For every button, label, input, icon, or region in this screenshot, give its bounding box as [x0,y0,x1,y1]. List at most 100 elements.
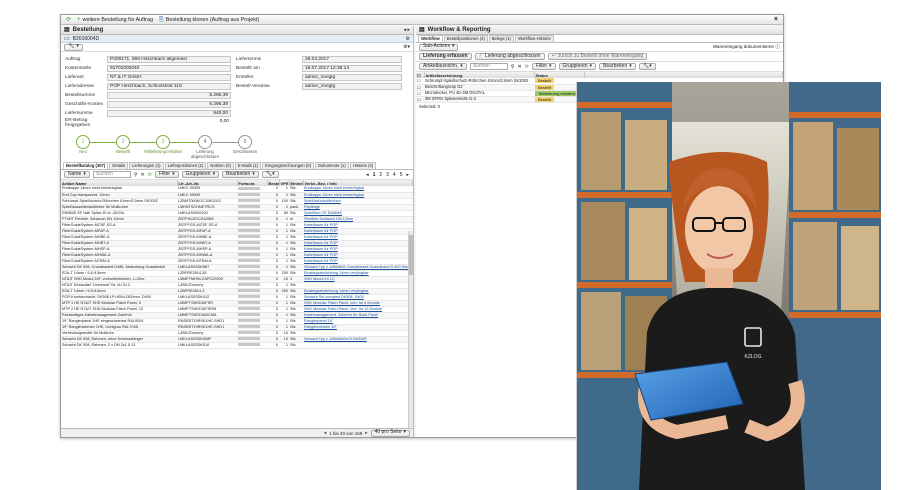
lieferadresse-field[interactable]: POP Hirschbach, Schlossfeld 11S [107,83,231,90]
workflow-tabs: Workflow Bestellpositionen (4) Belege (1) W… [416,35,783,43]
row-checkbox[interactable]: ☐ [416,96,424,103]
reload-icon[interactable]: ⟳ [148,172,152,178]
workflow-tab[interactable]: Workflow [418,35,443,42]
catalog-scrollbar[interactable] [408,231,413,428]
zurueck-button[interactable]: ↩ zurück zu Bestellt ohne Wareneingang [547,53,648,60]
order-pane: ▤ Bestellung ◂ ▸ ▭ B2016004D ⚙ 🔧︎ ▾ ⚙▾ Au… [61,26,414,437]
progress-bar [238,223,260,226]
settings-gear-icon[interactable]: ⚙ [406,36,410,42]
bestell-verantw-label: Bestell-Verantw. [236,84,271,89]
bestell-verantw-field[interactable]: admin_noeglg [302,83,402,90]
per-page-dropdown[interactable]: 40 pro Seite ▾ [370,429,410,437]
page-prev-button[interactable]: ◂ [324,430,326,436]
refresh-icon[interactable]: ⟳ [66,17,71,23]
workflow-actions: Lieferung erfassen ✓ Lieferung abgeschlos… [416,52,783,62]
sort-dropdown[interactable]: Name ▾ [64,171,90,178]
geschaeftskosten-field: 6.296,39 [107,101,231,108]
search-icon[interactable]: ⚲ [134,172,138,178]
position-reload-icon[interactable]: ⟳ [525,64,529,70]
progress-bar [238,331,260,334]
edit-dropdown[interactable]: Bearbeiten ▾ [222,171,259,178]
order-id-bar: ▭ B2016004D ⚙ [61,35,413,43]
position-tools-dropdown[interactable]: 🔧︎▾ [638,63,656,70]
position-edit-dropdown[interactable]: Bearbeiten ▾ [599,63,636,70]
bestellt-am-field[interactable]: 18.07.2017 12:38:14 [302,65,402,72]
table-cell [303,342,413,349]
geschaeftskosten-label: Geschäfts-Kosten [65,102,104,107]
lieferant-field[interactable]: NT & IT GmbH [107,74,231,81]
order-id: B2016004D [72,35,100,42]
position-search-input[interactable]: Suchen [469,63,508,70]
group-dropdown[interactable]: Gruppieren ▾ [181,171,220,178]
copy-icon: ⎘ [158,16,164,23]
right-shelving [789,82,881,490]
filter-dropdown[interactable]: Filter ▾ [154,171,179,178]
order-tab[interactable]: Dokumente (1) [315,162,349,169]
page-next-button[interactable]: ▸ [365,430,367,436]
liefertermin-field[interactable]: 28.04.2017 [302,56,402,63]
position-filter-dropdown[interactable]: Filter ▾ [531,63,556,70]
progress-bar [238,199,260,202]
step-lieferung-abgeschlossen[interactable]: 4 Lieferung abgeschlossen [185,135,225,159]
progress-bar [238,247,260,250]
catalog-status-bar: ◂ 1 bis 40 von 169 ▸ 40 pro Seite ▾ [61,428,413,437]
kostenstelle-field[interactable]: 91701000040 [107,65,231,72]
progress-cell [237,342,267,349]
pager-page-button[interactable]: 1 [372,172,377,178]
catalog-search-input[interactable]: Suchen [92,171,131,178]
order-tab[interactable]: Notizen (0) [207,162,234,169]
pager-page-button[interactable]: 4 [392,172,397,178]
table-row[interactable]: Schacht DK 508, Rahmen, 2 x DN 2x1.5 13 L… [61,342,413,349]
order-pane-title: Bestellung [72,27,104,33]
position-group-dropdown[interactable]: Gruppieren ▾ [558,63,597,70]
status-badge: Bestellt [535,96,555,101]
order-tab[interactable]: Bestellkatalog (307) [63,162,109,169]
catalog-column-header[interactable]: Bestellt [267,180,280,186]
pager-page-button[interactable]: 3 [385,172,390,178]
step-teillieferung[interactable]: 3 Teillieferung erhalten [143,135,183,155]
tools-dropdown[interactable]: 🔧︎▾ [261,171,279,178]
scrollbar-thumb[interactable] [409,235,413,275]
workflow-tab[interactable]: Workflow-Historie [515,35,554,42]
sub-actions-dropdown[interactable]: Sub-Actions ▾ [419,43,459,51]
shirt-logo: KZLOG [745,354,762,360]
pager-next-button[interactable]: ▸ [405,172,410,178]
more-tools-icon[interactable]: ⚙▾ [403,44,410,50]
pager-page-button[interactable]: 5 [399,172,404,178]
position-clear-icon[interactable]: ✕ [517,64,521,70]
wareneingang-doc-link[interactable]: Wareneingang dokumentieren ⓘ [713,44,780,50]
ersteller-field[interactable]: admin_noeglg [302,74,402,81]
pane-nav-arrows[interactable]: ◂ ▸ [404,27,410,33]
step-geschlossen[interactable]: 5 Geschlossen [225,135,265,155]
position-search-icon[interactable]: ⚲ [511,64,515,70]
order-tab[interactable]: Historie (2) [349,162,377,169]
info-icon: ⓘ [775,44,780,49]
order-tab[interactable]: Lieferungen (1) [129,162,164,169]
catalog-column-header[interactable]: Einheit [289,180,304,186]
step-neu[interactable]: 1 Neu [63,135,103,155]
auftrag-field[interactable]: P209171, 999 Hirschbach allgemein [107,56,231,63]
position-sort-dropdown[interactable]: Artikelbezeichn. ▾ [419,63,467,70]
order-tab[interactable]: Eingangsrechnungen (0) [262,162,315,169]
order-tab[interactable]: Lieferpositionen (1) [164,162,207,169]
clone-order-button[interactable]: ⎘ Bestellung klonen (Auftrag aus Projekt) [159,17,259,23]
catalog-column-header[interactable]: VPE [279,180,290,186]
workflow-tab[interactable]: Belege (1) [488,35,515,42]
table-cell: Schacht DK 508, Grundbauteil D486, Abdec… [61,264,177,271]
lieferung-erfassen-button[interactable]: Lieferung erfassen [419,53,472,60]
order-tab[interactable]: Details [109,162,129,169]
photo-illustration: KZLOG [577,82,881,490]
close-window-button[interactable]: × [774,16,778,23]
workflow-tab[interactable]: Bestellpositionen (4) [443,35,488,42]
lieferung-abgeschlossen-button[interactable]: ✓ Lieferung abgeschlossen [474,52,545,60]
order-tab[interactable]: E-Mails (1) [234,162,262,169]
pager-prev-button[interactable]: ◂ [365,172,370,178]
pager-page-button[interactable]: 2 [378,172,383,178]
clear-search-icon[interactable]: ✕ [141,172,145,178]
check-icon: ✓ [478,52,483,59]
progress-bar [238,217,260,220]
tools-wrench-button[interactable]: 🔧︎ ▾ [64,43,83,51]
range-label: 1 bis 40 von 169 [329,430,363,436]
new-order-button[interactable]: + weitere Bestellung für Auftrag [77,17,153,23]
step-bestellt[interactable]: 2 Bestellt [103,135,143,155]
